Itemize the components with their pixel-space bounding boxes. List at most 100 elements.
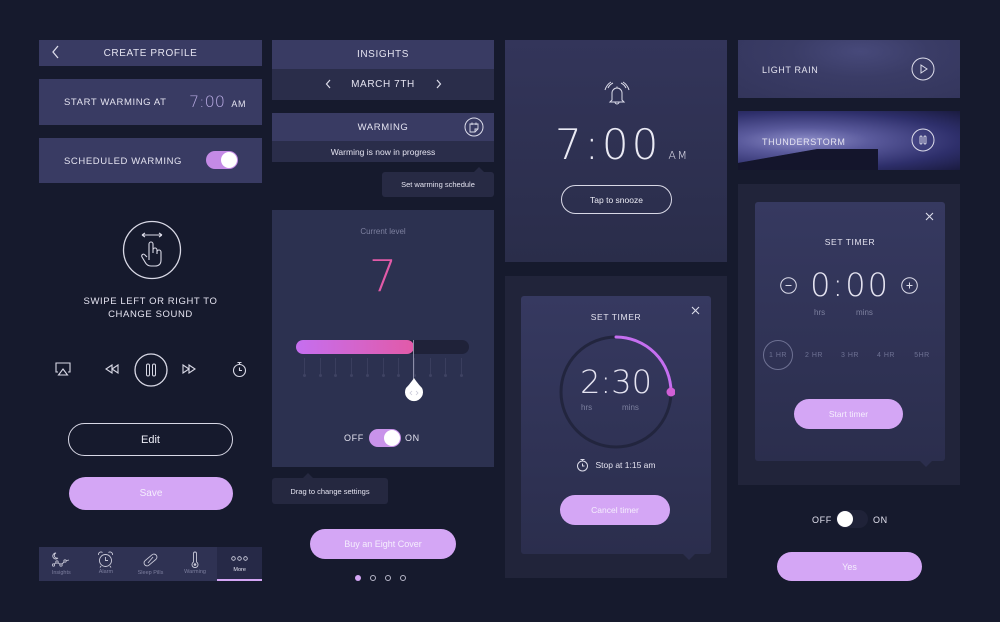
stopwatch-icon bbox=[577, 459, 589, 472]
tab-insights[interactable]: Insights bbox=[39, 547, 84, 581]
level-power-toggle[interactable] bbox=[369, 429, 401, 447]
preset-option[interactable]: 4 HR bbox=[871, 340, 901, 370]
pagination-dot[interactable] bbox=[400, 575, 406, 581]
stopwatch-icon[interactable] bbox=[232, 361, 247, 378]
tooltip-arrow bbox=[303, 473, 313, 478]
slider-tick bbox=[381, 358, 385, 377]
fast-forward-icon[interactable] bbox=[181, 364, 197, 374]
page-title: CREATE PROFILE bbox=[103, 47, 198, 59]
slider-tick bbox=[365, 358, 369, 377]
sound-item-light-rain[interactable]: LIGHT RAIN bbox=[738, 40, 960, 98]
tab-label: Alarm bbox=[98, 569, 114, 575]
play-icon bbox=[920, 64, 928, 74]
level-slider[interactable] bbox=[296, 340, 469, 402]
pagination-dot[interactable] bbox=[355, 575, 361, 581]
airplay-icon[interactable] bbox=[55, 362, 71, 376]
start-warming-time[interactable]: 7:00 AM bbox=[189, 92, 246, 112]
edit-button[interactable]: Edit bbox=[68, 423, 233, 456]
slider-tick bbox=[318, 358, 322, 377]
slider-tick bbox=[397, 358, 401, 377]
hrs-label: hrs bbox=[814, 308, 826, 317]
snooze-button[interactable]: Tap to snooze bbox=[561, 185, 672, 214]
bottom-on-label: ON bbox=[873, 515, 888, 525]
start-warming-label: START WARMING AT bbox=[64, 97, 167, 108]
pause-icon bbox=[146, 363, 150, 377]
tab-sleep-pills[interactable]: Sleep Pills bbox=[128, 547, 173, 581]
toggle-knob bbox=[384, 430, 400, 446]
landscape-silhouette bbox=[738, 149, 878, 170]
duration-presets: 1 HR 2 HR 3 HR 4 HR 5HR bbox=[763, 340, 937, 370]
preset-option[interactable]: 5HR bbox=[907, 340, 937, 370]
current-level-value: 7 bbox=[369, 251, 397, 302]
toggle-knob bbox=[221, 152, 237, 168]
scheduled-warming-label: SCHEDULED WARMING bbox=[64, 156, 183, 167]
calendar-icon[interactable] bbox=[464, 117, 484, 137]
alarm-clock-icon bbox=[98, 551, 114, 568]
slider-fill bbox=[296, 340, 414, 354]
pause-button[interactable] bbox=[911, 128, 935, 152]
preset-option[interactable]: 3 HR bbox=[835, 340, 865, 370]
swipe-gesture-icon bbox=[122, 220, 182, 280]
set-timer-time: 0:00 bbox=[810, 266, 890, 304]
tab-label: Insights bbox=[51, 570, 71, 576]
date-navigator: MARCH 7TH bbox=[272, 69, 494, 100]
slider-tick bbox=[350, 358, 354, 377]
next-date-chevron-icon[interactable] bbox=[435, 79, 442, 89]
cancel-timer-button[interactable]: Cancel timer bbox=[560, 495, 670, 525]
play-button[interactable] bbox=[911, 57, 935, 81]
preset-option[interactable]: 1 HR bbox=[763, 340, 793, 370]
prev-date-chevron-icon[interactable] bbox=[325, 79, 332, 89]
slider-handle[interactable] bbox=[404, 340, 424, 404]
slider-tick bbox=[460, 358, 463, 377]
set-timer-modal: SET TIMER 0:00 hrs mins 1 HR 2 HR 3 HR 4 HR… bbox=[755, 202, 945, 467]
warming-status: Warming is now in progress bbox=[272, 141, 494, 162]
back-chevron-icon[interactable] bbox=[51, 45, 61, 59]
hrs-label: hrs bbox=[581, 403, 593, 412]
tab-label: More bbox=[233, 567, 246, 573]
set-timer-title: SET TIMER bbox=[824, 237, 876, 247]
alarm-time: 7:00 AM bbox=[555, 120, 689, 169]
tab-bar: Insights Alarm Sleep Pills Warming More bbox=[39, 547, 262, 581]
set-schedule-tooltip[interactable]: Set warming schedule bbox=[382, 167, 494, 197]
pill-icon bbox=[143, 553, 158, 567]
mins-label: mins bbox=[622, 403, 639, 412]
scheduled-warming-toggle[interactable] bbox=[206, 151, 238, 169]
pagination-dot[interactable] bbox=[370, 575, 376, 581]
close-icon[interactable] bbox=[691, 306, 700, 315]
level-on-label: ON bbox=[405, 433, 420, 443]
bottom-off-label: OFF bbox=[812, 515, 832, 525]
close-icon[interactable] bbox=[925, 212, 934, 221]
tab-warming[interactable]: Warming bbox=[173, 547, 218, 581]
mins-label: mins bbox=[856, 308, 873, 317]
tab-label: Warming bbox=[184, 569, 206, 575]
modal-pointer bbox=[683, 554, 695, 560]
ringing-bell-icon bbox=[602, 80, 632, 108]
buy-cover-button[interactable]: Buy an Eight Cover bbox=[310, 529, 456, 559]
start-timer-button[interactable]: Start timer bbox=[794, 399, 903, 429]
preset-option[interactable]: 2 HR bbox=[799, 340, 829, 370]
modal-pointer bbox=[920, 461, 932, 467]
pause-button[interactable] bbox=[134, 353, 168, 387]
sound-item-thunderstorm[interactable]: THUNDERSTORM bbox=[738, 111, 960, 170]
tab-alarm[interactable]: Alarm bbox=[84, 547, 129, 581]
tab-more[interactable]: More bbox=[217, 547, 262, 581]
stop-at-info: Stop at 1:15 am bbox=[521, 458, 711, 472]
pagination-dot[interactable] bbox=[385, 575, 391, 581]
current-level-label: Current level bbox=[360, 227, 406, 236]
increment-button[interactable] bbox=[901, 277, 918, 294]
tooltip-arrow bbox=[474, 167, 484, 172]
rewind-icon[interactable] bbox=[104, 364, 120, 374]
more-icon bbox=[231, 556, 248, 561]
slider-tick bbox=[428, 358, 432, 377]
save-button[interactable]: Save bbox=[69, 477, 233, 510]
slider-ticks bbox=[296, 358, 469, 384]
sound-name: LIGHT RAIN bbox=[762, 65, 819, 75]
bottom-power-toggle[interactable] bbox=[836, 510, 868, 528]
start-warming-row[interactable]: START WARMING AT 7:00 AM bbox=[39, 79, 262, 125]
running-timer-modal: SET TIMER 2:30 hrs mins Stop at 1:15 am … bbox=[521, 296, 711, 560]
yes-button[interactable]: Yes bbox=[777, 552, 922, 581]
drag-settings-tooltip: Drag to change settings bbox=[272, 473, 388, 504]
slider-tick bbox=[303, 358, 306, 377]
running-timer-title: SET TIMER bbox=[590, 312, 642, 322]
sound-name: THUNDERSTORM bbox=[762, 137, 846, 147]
